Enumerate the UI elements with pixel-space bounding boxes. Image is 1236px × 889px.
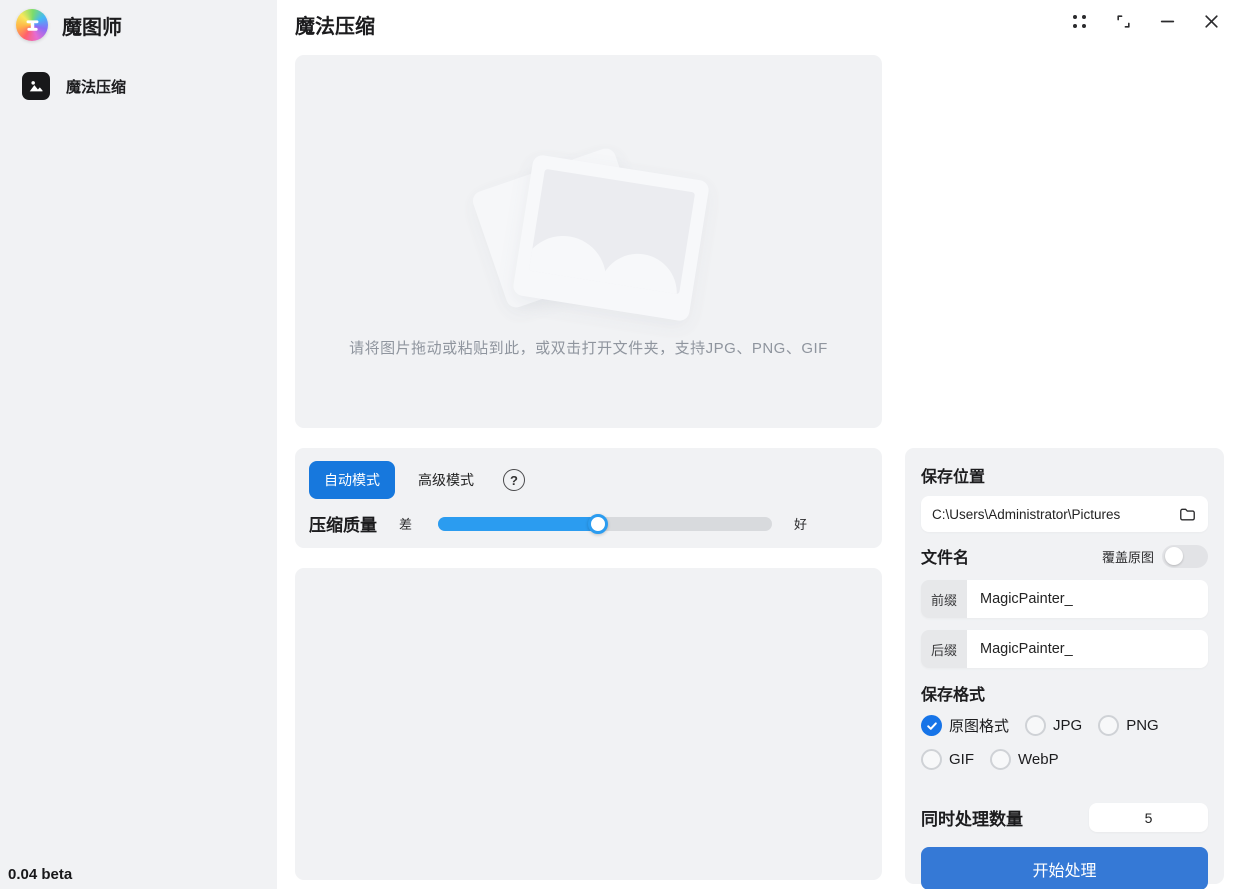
fullscreen-button[interactable] bbox=[1112, 10, 1134, 32]
format-option[interactable]: PNG bbox=[1098, 715, 1159, 736]
prefix-field: 前缀 bbox=[921, 580, 1208, 618]
tab-auto-mode[interactable]: 自动模式 bbox=[309, 461, 395, 499]
prefix-input[interactable] bbox=[967, 580, 1208, 618]
photos-placeholder-icon bbox=[474, 133, 704, 333]
format-options: 原图格式 JPG PNG GIF WebP bbox=[921, 715, 1208, 770]
image-dropzone[interactable]: 请将图片拖动或粘贴到此，或双击打开文件夹，支持JPG、PNG、GIF bbox=[295, 55, 882, 428]
image-icon bbox=[22, 72, 50, 100]
start-processing-button[interactable]: 开始处理 bbox=[921, 847, 1208, 889]
format-option[interactable]: 原图格式 bbox=[921, 715, 1009, 736]
save-location-input[interactable] bbox=[932, 507, 1178, 522]
suffix-field: 后缀 bbox=[921, 630, 1208, 668]
quality-slider[interactable] bbox=[438, 514, 772, 534]
format-label: 原图格式 bbox=[949, 715, 1009, 736]
filename-title: 文件名 bbox=[921, 544, 969, 568]
main-area: 魔法压缩 bbox=[277, 0, 1236, 889]
mode-panel: 自动模式 高级模式 ? 压缩质量 差 好 bbox=[295, 448, 882, 548]
sidebar-item-magic-compress[interactable]: 魔法压缩 bbox=[10, 64, 267, 108]
fullscreen-icon bbox=[1115, 13, 1132, 30]
radio-checked-icon[interactable] bbox=[921, 715, 942, 736]
help-icon[interactable]: ? bbox=[503, 469, 525, 491]
tab-advanced-mode[interactable]: 高级模式 bbox=[403, 461, 489, 499]
format-label: JPG bbox=[1053, 717, 1082, 734]
quality-label: 压缩质量 bbox=[309, 511, 377, 536]
format-option[interactable]: WebP bbox=[990, 749, 1059, 770]
format-label: GIF bbox=[949, 751, 974, 768]
radio-icon[interactable] bbox=[1098, 715, 1119, 736]
close-button[interactable] bbox=[1200, 10, 1222, 32]
concurrent-input[interactable] bbox=[1089, 803, 1208, 832]
overwrite-label: 覆盖原图 bbox=[1102, 547, 1154, 566]
app-title: 魔图师 bbox=[62, 11, 122, 40]
prefix-chip: 前缀 bbox=[921, 580, 967, 618]
sidebar: 魔图师 魔法压缩 0.04 beta bbox=[0, 0, 277, 889]
concurrent-label: 同时处理数量 bbox=[921, 805, 1023, 830]
suffix-chip: 后缀 bbox=[921, 630, 967, 668]
format-option[interactable]: GIF bbox=[921, 749, 974, 770]
app-window: 魔图师 魔法压缩 0.04 beta 魔法压缩 bbox=[0, 0, 1236, 889]
close-icon bbox=[1203, 13, 1220, 30]
radio-icon[interactable] bbox=[1025, 715, 1046, 736]
save-format-title: 保存格式 bbox=[921, 681, 1208, 705]
format-label: WebP bbox=[1018, 751, 1059, 768]
sidebar-item-label: 魔法压缩 bbox=[66, 76, 126, 97]
slider-fill bbox=[438, 517, 598, 531]
minimize-button[interactable] bbox=[1156, 10, 1178, 32]
minimize-icon bbox=[1159, 13, 1176, 30]
overwrite-toggle[interactable] bbox=[1162, 545, 1208, 568]
app-brand: 魔图师 bbox=[0, 0, 277, 50]
dots-menu-button[interactable] bbox=[1068, 10, 1090, 32]
browse-folder-button[interactable] bbox=[1178, 505, 1197, 524]
slider-thumb[interactable] bbox=[588, 514, 608, 534]
format-option[interactable]: JPG bbox=[1025, 715, 1082, 736]
format-label: PNG bbox=[1126, 717, 1159, 734]
version-label: 0.04 beta bbox=[8, 866, 72, 883]
save-settings-panel: 保存位置 文件名 覆盖原图 前缀 后缀 bbox=[905, 448, 1224, 884]
folder-icon bbox=[1178, 505, 1197, 524]
dropzone-hint: 请将图片拖动或粘贴到此，或双击打开文件夹，支持JPG、PNG、GIF bbox=[295, 337, 882, 358]
suffix-input[interactable] bbox=[967, 630, 1208, 668]
save-location-field bbox=[921, 496, 1208, 532]
toggle-knob bbox=[1165, 547, 1183, 565]
file-list-panel bbox=[295, 568, 882, 880]
radio-icon[interactable] bbox=[990, 749, 1011, 770]
dots-grid-icon bbox=[1073, 15, 1086, 28]
window-controls bbox=[1068, 10, 1222, 32]
radio-icon[interactable] bbox=[921, 749, 942, 770]
quality-max-label: 好 bbox=[794, 514, 807, 533]
quality-min-label: 差 bbox=[399, 514, 412, 533]
page-title: 魔法压缩 bbox=[295, 10, 375, 39]
save-location-title: 保存位置 bbox=[921, 463, 1208, 487]
app-logo-icon bbox=[16, 9, 48, 41]
